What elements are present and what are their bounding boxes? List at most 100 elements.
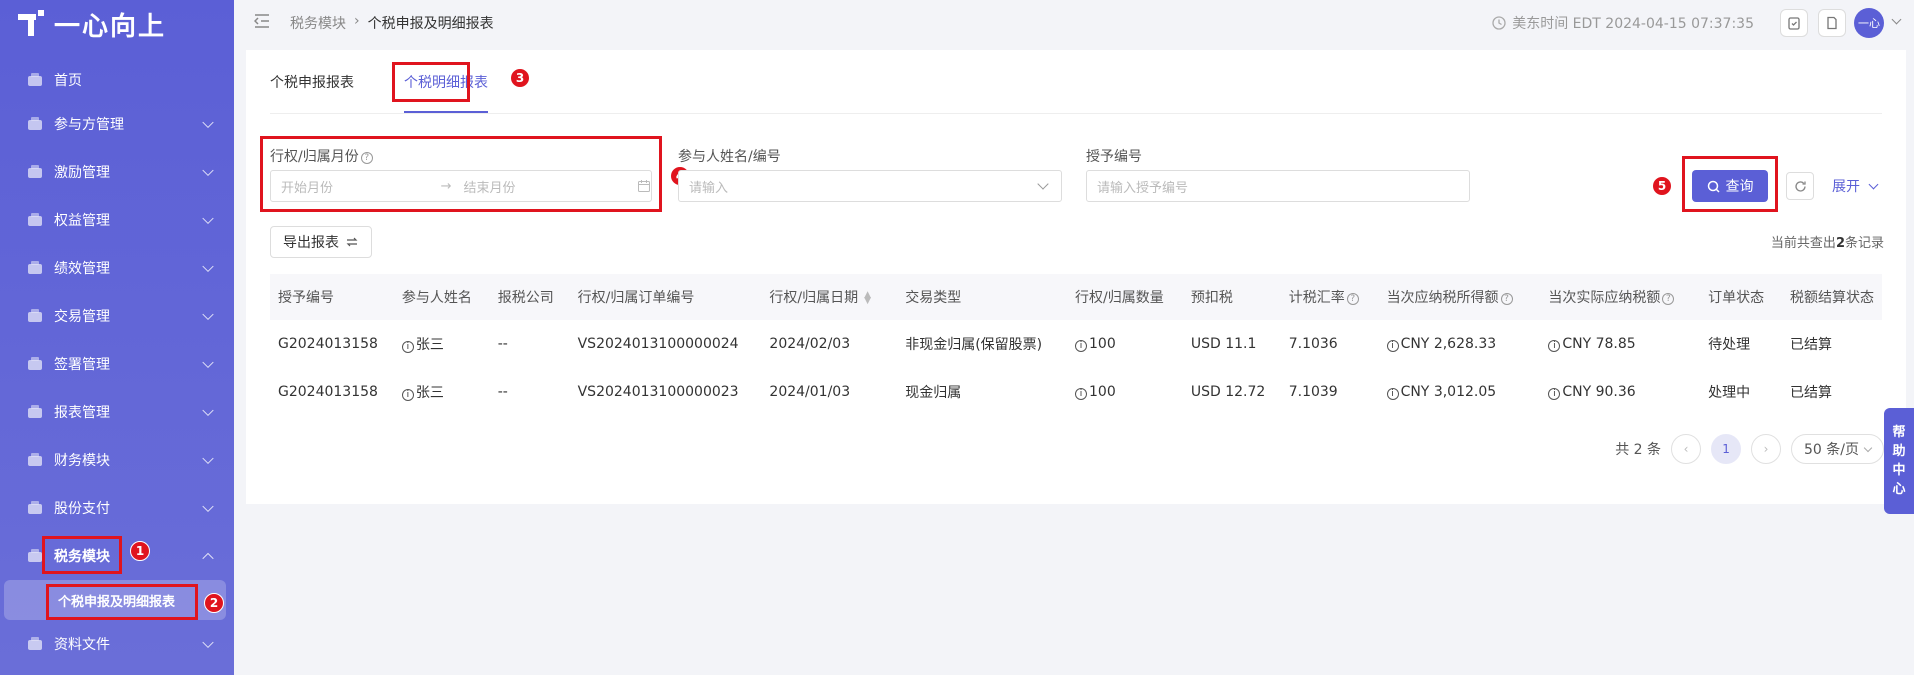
- task-button[interactable]: [1780, 9, 1808, 37]
- annotation-badge-3: 3: [510, 68, 530, 88]
- table-cell: i 100: [1067, 368, 1183, 416]
- prev-page-button[interactable]: ‹: [1671, 434, 1702, 464]
- cell-value: CNY 90.36: [1562, 384, 1636, 400]
- table-cell: 已结算: [1782, 320, 1882, 368]
- reset-button[interactable]: [1786, 172, 1814, 200]
- info-icon[interactable]: i: [401, 341, 414, 353]
- column-header-label: 参与人姓名: [401, 290, 472, 306]
- grant-filter-label: 授予编号: [1086, 149, 1142, 165]
- info-icon[interactable]: i: [1548, 388, 1561, 400]
- sort-icon[interactable]: ▲ ▼: [864, 291, 871, 306]
- column-header-label: 行权/归属数量: [1075, 290, 1164, 306]
- help-icon[interactable]: ?: [1346, 293, 1359, 305]
- main-card: 个税申报报表 个税明细报表 3 行权/归属月份? 开始月份 → 结束月份 4 参…: [246, 50, 1906, 504]
- table-cell: i CNY 90.36: [1540, 368, 1700, 416]
- info-icon[interactable]: i: [1075, 340, 1087, 352]
- expand-filters-toggle[interactable]: 展开: [1832, 176, 1879, 196]
- logo-mark-icon: [18, 10, 46, 38]
- cell-value: 张三: [415, 337, 444, 353]
- grant-number-input[interactable]: 请输入授予编号: [1086, 170, 1470, 202]
- result-count-suffix: 条记录: [1844, 236, 1884, 251]
- column-header: 授予编号: [270, 274, 394, 320]
- result-count: 当前共查出2条记录: [1771, 232, 1884, 251]
- sidebar-item-label: 财务模块: [54, 453, 110, 469]
- chevron-down-icon: [202, 164, 214, 177]
- sidebar-item-label: 交易管理: [54, 309, 110, 325]
- pagination-total: 共 2 条: [1615, 442, 1662, 458]
- participants-icon: [26, 116, 44, 132]
- cell-value: G2024013158: [278, 336, 378, 352]
- sidebar-item[interactable]: 权益管理: [0, 200, 234, 240]
- sidebar-item[interactable]: 参与方管理: [0, 104, 234, 144]
- page-size-select[interactable]: 50 条/页: [1791, 434, 1884, 464]
- info-icon[interactable]: i: [1386, 340, 1399, 352]
- info-icon[interactable]: i: [1386, 388, 1399, 400]
- export-report-button[interactable]: 导出报表: [270, 226, 372, 258]
- cell-value: 张三: [415, 385, 444, 401]
- column-header: 参与人姓名: [393, 274, 490, 320]
- expand-label: 展开: [1832, 179, 1860, 195]
- help-center-char: 助: [1892, 444, 1906, 459]
- annotation-box-3: [392, 62, 470, 102]
- sidebar-item[interactable]: 激励管理: [0, 152, 234, 192]
- user-avatar[interactable]: 一心: [1854, 8, 1884, 38]
- cell-value: 100: [1089, 384, 1116, 400]
- info-icon[interactable]: i: [1075, 388, 1087, 400]
- table-cell: 已结算: [1782, 368, 1882, 416]
- info-icon[interactable]: i: [401, 389, 414, 401]
- top-header: 税务模块 › 个税申报及明细报表 美东时间 EDT 2024-04-15 07:…: [234, 0, 1914, 44]
- chevron-down-icon[interactable]: [1891, 14, 1902, 25]
- column-header: 当次实际应纳税额?: [1540, 274, 1701, 320]
- column-header-label: 授予编号: [278, 290, 334, 306]
- chevron-up-icon: [202, 552, 214, 565]
- chevron-down-icon: [202, 500, 214, 513]
- sidebar-item[interactable]: 交易管理: [0, 296, 234, 336]
- fullscreen-button[interactable]: [1818, 9, 1846, 37]
- table-cell: G2024013158: [270, 320, 394, 368]
- sidebar-item[interactable]: 股份支付: [0, 488, 234, 528]
- table-cell: 处理中: [1700, 368, 1782, 416]
- annotation-badge-1: 1: [130, 541, 150, 561]
- next-page-button[interactable]: ›: [1751, 434, 1782, 464]
- column-header-label: 当次实际应纳税额: [1548, 290, 1661, 306]
- sidebar-item[interactable]: 资料文件: [0, 624, 234, 664]
- annotation-badge-2: 2: [204, 593, 224, 613]
- help-center-button[interactable]: 帮助中心: [1884, 408, 1914, 514]
- cell-value: USD 11.1: [1190, 336, 1257, 352]
- tab-tax-declaration[interactable]: 个税申报报表: [270, 72, 354, 92]
- active-tab-indicator: [404, 111, 488, 113]
- annotation-box-4: [260, 136, 662, 212]
- cell-value: CNY 2,628.33: [1400, 336, 1497, 352]
- column-header-label: 税额结算状态: [1790, 290, 1874, 306]
- column-header: 行权/归属数量: [1067, 274, 1183, 320]
- info-icon[interactable]: i: [1548, 340, 1561, 352]
- breadcrumb-item[interactable]: 税务模块: [290, 13, 346, 33]
- sidebar-item[interactable]: 报表管理: [0, 392, 234, 432]
- sidebar-item-label: 绩效管理: [54, 261, 110, 277]
- page-button[interactable]: 1: [1711, 434, 1742, 464]
- cell-value: 待处理: [1708, 337, 1751, 353]
- chevron-down-icon: [202, 356, 214, 369]
- cell-value: CNY 3,012.05: [1400, 384, 1497, 400]
- result-count-prefix: 当前共查出: [1770, 236, 1836, 251]
- column-header: 交易类型: [897, 274, 1067, 320]
- sidebar-item[interactable]: 财务模块: [0, 440, 234, 480]
- table-row: G2024013158 i 张三 -- VS2024013100000023 2024/0…: [270, 368, 1882, 416]
- sidebar-item[interactable]: 绩效管理: [0, 248, 234, 288]
- help-icon[interactable]: ?: [1500, 293, 1513, 305]
- column-header: 计税汇率?: [1280, 274, 1379, 320]
- participant-select[interactable]: 请输入: [678, 170, 1062, 202]
- sidebar-item[interactable]: 签署管理: [0, 344, 234, 384]
- annotation-box-1: [42, 536, 122, 574]
- refresh-icon: [1794, 180, 1806, 192]
- cell-value: VS2024013100000023: [577, 384, 739, 400]
- table-cell: USD 11.1: [1183, 320, 1281, 368]
- sidebar-item[interactable]: 首页: [0, 60, 234, 100]
- collapse-sidebar-icon[interactable]: [254, 14, 270, 28]
- column-header[interactable]: 行权/归属日期 ▲ ▼: [761, 274, 898, 320]
- logo[interactable]: 一心向上: [18, 8, 166, 42]
- annotation-box-2: [46, 584, 198, 620]
- chevron-down-icon: [1863, 443, 1873, 452]
- help-icon[interactable]: ?: [1662, 293, 1675, 305]
- chevron-right-icon: ›: [1763, 442, 1769, 456]
